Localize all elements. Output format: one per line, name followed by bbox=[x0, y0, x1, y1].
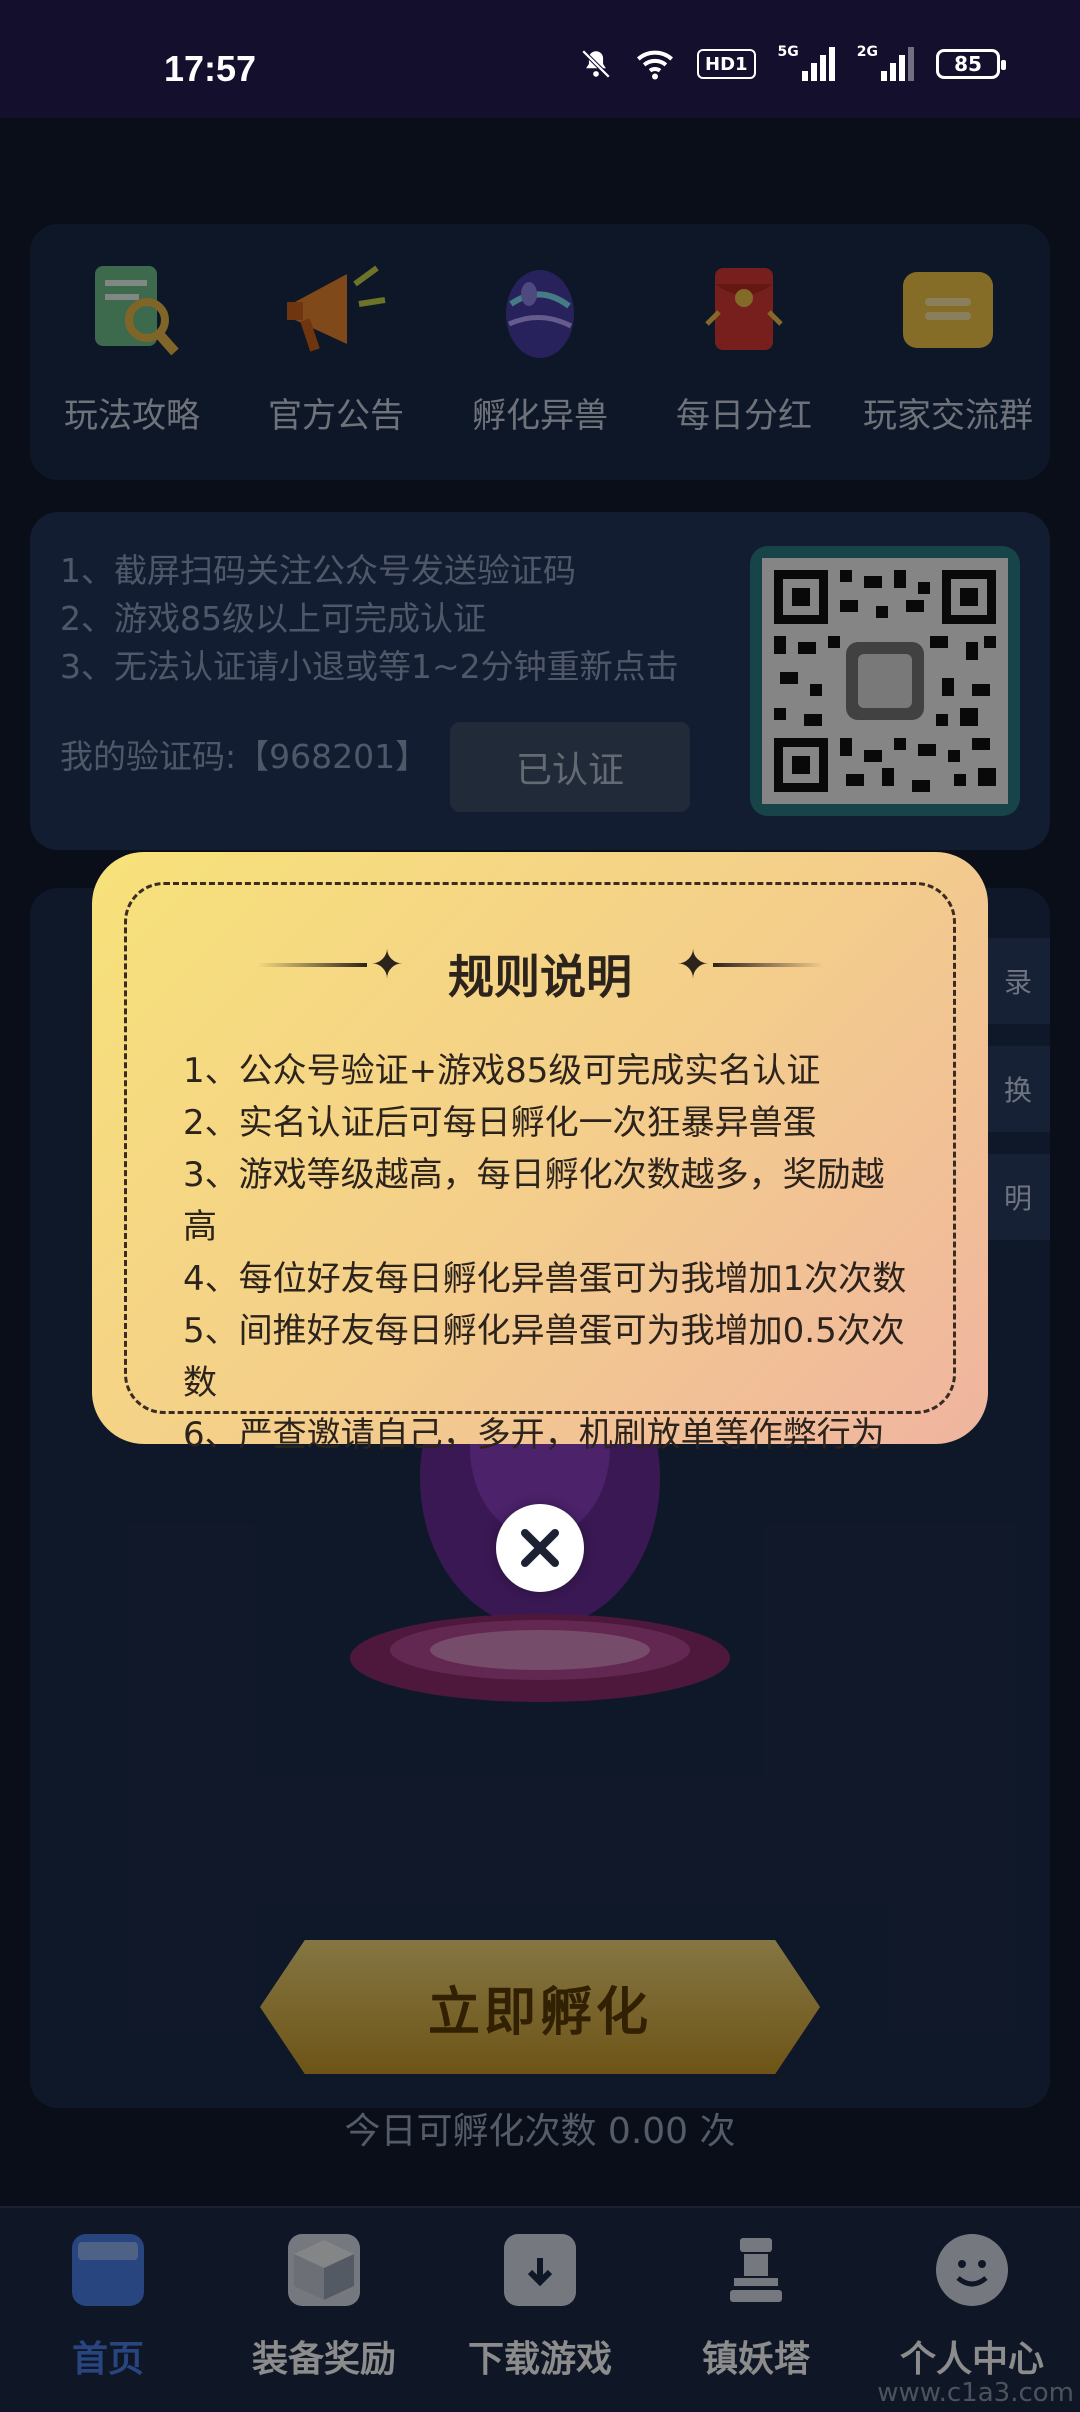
signal-5g-icon: 5G bbox=[778, 44, 835, 84]
rule-item: 4、每位好友每日孵化异兽蛋可为我增加1次次数 bbox=[183, 1259, 907, 1299]
net2-label: 2G bbox=[856, 44, 878, 60]
rules-modal-border: ✦ 规则说明 ✦ 1、公众号验证+游戏85级可完成实名认证 2、实名认证后可每日… bbox=[124, 882, 956, 1455]
battery-icon: 85 bbox=[936, 49, 1006, 79]
rules-list: 1、公众号验证+游戏85级可完成实名认证 2、实名认证后可每日孵化一次狂暴异兽蛋… bbox=[183, 1045, 913, 1461]
status-time: 17:57 bbox=[164, 48, 257, 89]
sparkle-icon: ✦ bbox=[676, 942, 710, 988]
title-decoration-right bbox=[713, 963, 823, 967]
mute-bell-icon bbox=[579, 44, 613, 84]
rule-item: 6、严查邀请自己，多开，机刷放单等作弊行为 bbox=[183, 1415, 885, 1455]
rule-item: 2、实名认证后可每日孵化一次狂暴异兽蛋 bbox=[183, 1103, 817, 1143]
rule-item: 3、游戏等级越高，每日孵化次数越多，奖励越高 bbox=[183, 1155, 885, 1247]
net1-label: 5G bbox=[777, 44, 799, 60]
hd-icon: HD1 bbox=[697, 49, 756, 79]
wifi-icon bbox=[635, 44, 675, 84]
status-icons: HD1 5G 2G 85 bbox=[579, 44, 1006, 84]
status-bar: 17:57 HD1 5G 2G 85 bbox=[0, 0, 1080, 118]
signal-2g-icon: 2G bbox=[857, 44, 914, 84]
close-icon bbox=[521, 1529, 559, 1567]
close-modal-button[interactable] bbox=[496, 1504, 584, 1592]
rule-item: 1、公众号验证+游戏85级可完成实名认证 bbox=[183, 1051, 821, 1091]
modal-title: 规则说明 bbox=[448, 950, 632, 1004]
rules-modal: ✦ 规则说明 ✦ 1、公众号验证+游戏85级可完成实名认证 2、实名认证后可每日… bbox=[92, 852, 988, 1455]
rule-item: 5、间推好友每日孵化异兽蛋可为我增加0.5次次数 bbox=[183, 1311, 905, 1403]
